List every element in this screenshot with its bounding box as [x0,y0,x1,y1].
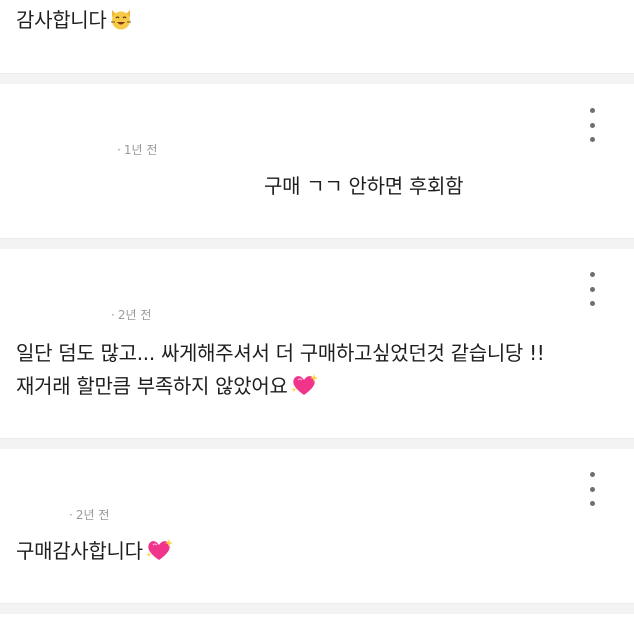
more-vertical-icon[interactable] [584,472,600,506]
cat-face-icon [109,7,133,40]
review-text: 구매 ㄱㄱ 안하면 후회함 [264,174,464,198]
sparkling-heart-icon [145,538,173,571]
review-time: · 1년 전 [117,143,158,157]
divider [0,438,634,449]
more-vertical-icon[interactable] [584,108,600,142]
review-text-line-1: 일단 덤도 많고... 싸게해주셔서 더 구매하고싶었던것 같습니당 !! [16,341,545,365]
divider [0,73,634,84]
review-time: · 2년 전 [111,308,152,322]
divider [0,603,634,614]
review-time: · 2년 전 [69,508,110,522]
divider [0,238,634,249]
review-text: 구매감사합니다 [16,535,173,571]
sparkling-heart-icon [290,373,318,406]
review-text: 감사합니다 [16,4,133,40]
more-vertical-icon[interactable] [584,272,600,306]
review-text-line-2: 재거래 할만큼 부족하지 않았어요 [16,370,318,406]
